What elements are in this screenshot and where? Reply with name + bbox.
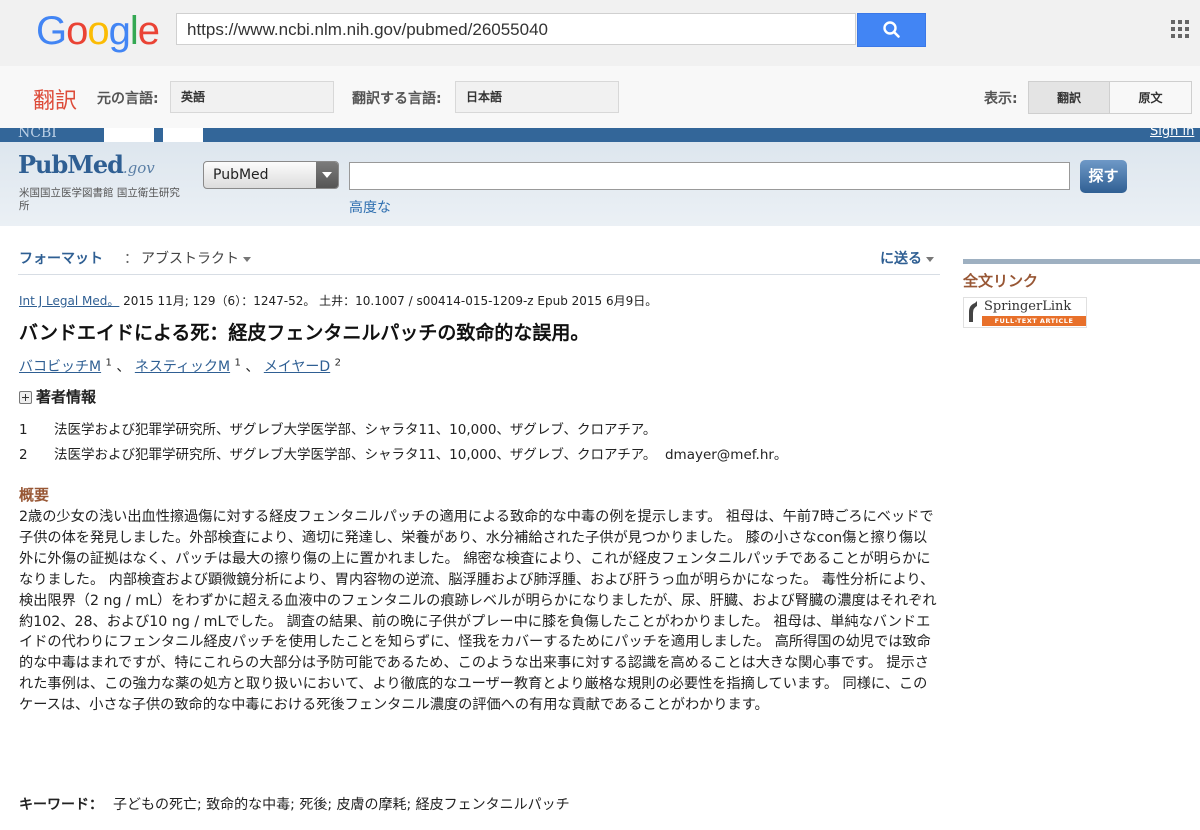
full-text-links-title: 全文リンク — [963, 272, 1039, 290]
keywords-list: 子どもの死亡; 致命的な中毒; 死後; 皮膚の摩耗; 経皮フェンタニルパッチ — [113, 797, 570, 813]
send-to-dropdown[interactable]: に送る — [880, 248, 934, 268]
author-list: バコビッチM 1 、 ネスティックM 1 、 メイヤーD 2 — [19, 356, 341, 376]
database-select-value: PubMed — [213, 167, 269, 183]
abstract-heading: 概要 — [19, 486, 50, 504]
pubmed-subtitle: 米国国立医学図書館 国立衛生研究所 — [19, 187, 180, 212]
apps-grid-icon[interactable] — [1171, 20, 1191, 40]
springerlink-band: FULL-TEXT ARTICLE — [982, 316, 1086, 326]
expand-plus-icon — [19, 391, 32, 404]
translate-bar: 翻訳 元の言語: 英語 翻訳する言語: 日本語 表示: 翻訳 原文 — [0, 66, 1200, 129]
springer-horse-icon — [969, 301, 977, 322]
affiliation-number: 1 — [19, 422, 28, 438]
database-select[interactable]: PubMed — [203, 161, 339, 189]
author-link[interactable]: バコビッチM — [19, 359, 101, 375]
abstract-text: 2歳の少女の浅い出血性擦過傷に対する経皮フェンタニルパッチの適用による致命的な中… — [19, 509, 937, 714]
google-logo-letter: l — [129, 9, 139, 53]
chevron-down-icon — [316, 162, 338, 188]
ncbi-strip: NCBI Sign in — [0, 128, 1200, 142]
pubmed-header: PubMed.gov 米国国立医学図書館 国立衛生研究所 PubMed 高度な … — [0, 142, 1200, 226]
google-logo-letter: g — [108, 9, 131, 53]
author-separator: 、 — [111, 359, 135, 375]
author-info-label: 著者情報 — [36, 388, 97, 406]
springerlink-name: SpringerLink — [984, 299, 1072, 314]
format-value: アブストラクト — [141, 251, 239, 267]
springerlink-button[interactable]: SpringerLink FULL-TEXT ARTICLE — [963, 297, 1087, 328]
author-separator: 、 — [240, 359, 264, 375]
source-language-select[interactable]: 英語 — [170, 81, 334, 113]
chevron-down-icon — [243, 256, 251, 262]
search-button[interactable] — [857, 13, 926, 47]
pubmed-search-button[interactable]: 探す — [1080, 160, 1127, 193]
view-original-button[interactable]: 原文 — [1109, 81, 1192, 114]
google-logo-letter: e — [137, 9, 160, 53]
pubmed-search-input[interactable] — [349, 162, 1070, 190]
affiliation-text: 法医学および犯罪学研究所、ザグレブ大学医学部、シャラタ11、10,000、ザグレ… — [54, 447, 788, 463]
ncbi-tab[interactable] — [104, 128, 154, 142]
citation: Int J Legal Med。 2015 11月; 129（6）：1247-5… — [19, 292, 657, 309]
keywords-label: キーワード： — [19, 797, 103, 813]
google-bar: Google https://www.ncbi.nlm.nih.gov/pubm… — [0, 0, 1200, 66]
translate-title: 翻訳 — [33, 89, 78, 114]
pubmed-logo-text: PubMed — [18, 150, 124, 179]
source-language-label: 元の言語: — [97, 91, 159, 107]
format-separator: ： — [124, 251, 138, 267]
author-info-toggle[interactable]: 著者情報 — [19, 386, 96, 407]
sidebar-divider — [963, 259, 1200, 264]
url-input[interactable]: https://www.ncbi.nlm.nih.gov/pubmed/2605… — [176, 13, 856, 45]
author-link[interactable]: ネスティックM — [135, 359, 230, 375]
pubmed-logo[interactable]: PubMed.gov — [18, 150, 155, 179]
advanced-search-link[interactable]: 高度な — [349, 197, 391, 217]
journal-link[interactable]: Int J Legal Med。 — [19, 294, 119, 308]
google-logo-letter: o — [87, 9, 109, 53]
affiliation-item: 1 法医学および犯罪学研究所、ザグレブ大学医学部、シャラタ11、10,000、ザグ… — [19, 418, 656, 438]
format-dropdown[interactable]: アブストラクト — [141, 248, 251, 268]
article-title: バンドエイドによる死：経皮フェンタニルパッチの致命的な誤用。 — [19, 322, 590, 344]
send-to-label: に送る — [880, 251, 922, 267]
ncbi-tab[interactable] — [163, 128, 203, 142]
citation-details: 2015 11月; 129（6）：1247-52。 土井：10.1007 / s… — [119, 294, 658, 308]
google-logo-letter: G — [36, 9, 67, 53]
ncbi-logo[interactable]: NCBI — [18, 128, 57, 141]
target-language-label: 翻訳する言語: — [352, 91, 442, 107]
affiliation-text: 法医学および犯罪学研究所、ザグレブ大学医学部、シャラタ11、10,000、ザグレ… — [54, 422, 657, 438]
affiliation-item: 2 法医学および犯罪学研究所、ザグレブ大学医学部、シャラタ11、10,000、ザグ… — [19, 443, 787, 463]
author-link[interactable]: メイヤーD — [264, 359, 330, 375]
target-language-select[interactable]: 日本語 — [455, 81, 619, 113]
affiliation-number: 2 — [19, 447, 28, 463]
format-label[interactable]: フォーマット — [19, 248, 103, 268]
google-logo-letter: o — [66, 9, 88, 53]
pubmed-logo-gov: .gov — [122, 159, 155, 177]
author-affiliation-ref[interactable]: 2 — [335, 357, 341, 368]
view-translated-button[interactable]: 翻訳 — [1028, 81, 1110, 114]
search-icon — [883, 21, 900, 38]
sign-in-link[interactable]: Sign in — [1150, 128, 1194, 139]
divider — [18, 274, 940, 275]
view-label: 表示: — [984, 91, 1018, 107]
chevron-down-icon — [926, 256, 934, 262]
google-logo[interactable]: Google — [36, 9, 160, 54]
